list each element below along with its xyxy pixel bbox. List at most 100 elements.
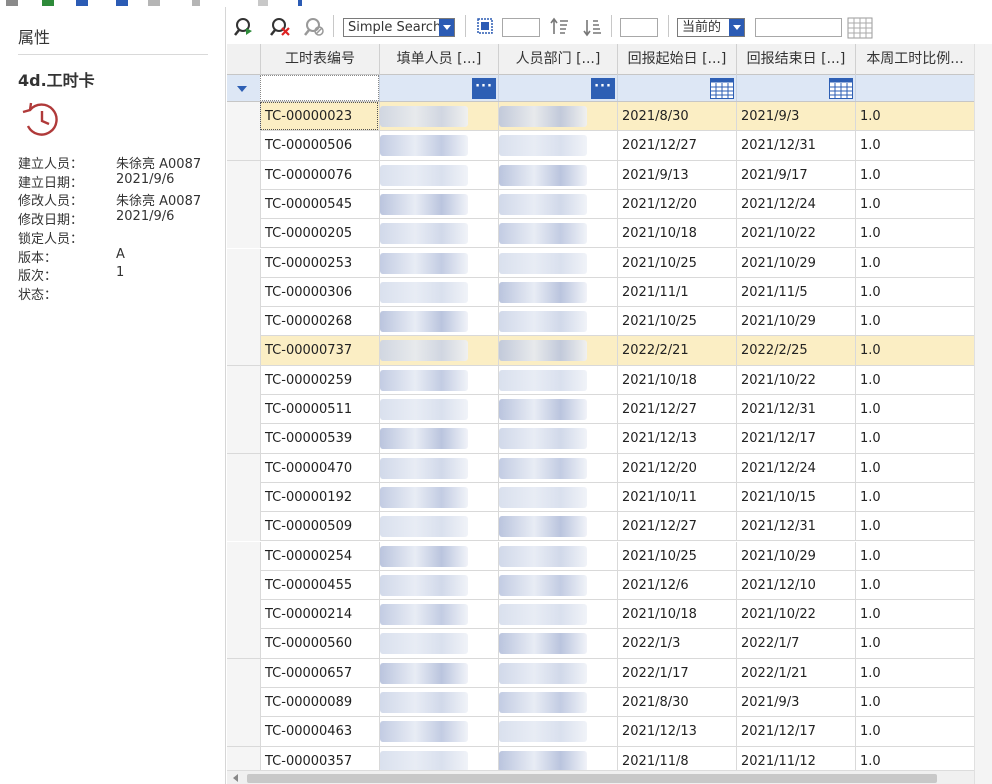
- row-header[interactable]: [227, 131, 260, 161]
- row-header[interactable]: [227, 453, 260, 483]
- cell-department-redacted[interactable]: [498, 512, 617, 542]
- browse-button[interactable]: ···: [472, 78, 496, 99]
- table-row[interactable]: TC-00000506 2021/12/27 2021/12/31 1.0: [227, 131, 992, 161]
- cell-department-redacted[interactable]: [498, 453, 617, 483]
- cell-start-date[interactable]: 2021/10/18: [617, 600, 736, 630]
- cell-filler-redacted[interactable]: [379, 424, 498, 454]
- cell-ratio[interactable]: 1.0: [855, 658, 974, 688]
- page-icon[interactable]: [258, 0, 268, 6]
- cell-id[interactable]: TC-00000259: [260, 365, 379, 395]
- cell-filler-redacted[interactable]: [379, 600, 498, 630]
- cell-filler-redacted[interactable]: [379, 570, 498, 600]
- cell-start-date[interactable]: 2021/12/20: [617, 453, 736, 483]
- search-mode-select[interactable]: Simple Search: [343, 18, 455, 37]
- table-row[interactable]: TC-00000455 2021/12/6 2021/12/10 1.0: [227, 570, 992, 601]
- cell-ratio[interactable]: 1.0: [855, 570, 974, 600]
- column-header-department[interactable]: 人员部门 [...]: [498, 44, 617, 75]
- scroll-left-icon[interactable]: [233, 774, 238, 782]
- cell-end-date[interactable]: 2021/10/22: [736, 600, 855, 630]
- cell-start-date[interactable]: 2021/10/11: [617, 482, 736, 512]
- cell-filler-redacted[interactable]: [379, 717, 498, 747]
- doc-icon[interactable]: [6, 0, 18, 6]
- cell-id[interactable]: TC-00000076: [260, 160, 379, 190]
- filter-filler-input[interactable]: ···: [379, 75, 498, 101]
- table-row[interactable]: TC-00000089 2021/8/30 2021/9/3 1.0: [227, 688, 992, 718]
- cell-id[interactable]: TC-00000545: [260, 189, 379, 219]
- sort-descending-icon[interactable]: [582, 16, 604, 38]
- cell-filler-redacted[interactable]: [379, 482, 498, 512]
- table-row[interactable]: TC-00000259 2021/10/18 2021/10/22 1.0: [227, 365, 992, 395]
- cell-department-redacted[interactable]: [498, 336, 617, 366]
- table-row[interactable]: TC-00000254 2021/10/25 2021/10/29 1.0: [227, 541, 992, 571]
- row-header[interactable]: [227, 219, 260, 249]
- cell-id[interactable]: TC-00000192: [260, 482, 379, 512]
- cell-end-date[interactable]: 2021/12/17: [736, 424, 855, 454]
- cell-id[interactable]: TC-00000657: [260, 658, 379, 688]
- revision-filter-select[interactable]: 当前的: [677, 18, 745, 37]
- search-cancel-icon[interactable]: [303, 16, 325, 38]
- cell-start-date[interactable]: 2021/8/30: [617, 688, 736, 717]
- row-header[interactable]: [227, 600, 260, 630]
- cell-end-date[interactable]: 2021/12/24: [736, 453, 855, 483]
- column-header-ratio[interactable]: 本周工时比例...: [855, 44, 974, 75]
- row-header[interactable]: [227, 395, 260, 424]
- cell-start-date[interactable]: 2021/12/13: [617, 424, 736, 454]
- row-header[interactable]: [227, 189, 260, 219]
- cell-end-date[interactable]: 2021/12/31: [736, 395, 855, 424]
- table-row[interactable]: TC-00000023 2021/8/30 2021/9/3 1.0: [227, 102, 992, 132]
- cell-filler-redacted[interactable]: [379, 658, 498, 688]
- cell-start-date[interactable]: 2022/2/21: [617, 336, 736, 366]
- row-header[interactable]: [227, 307, 260, 337]
- cell-department-redacted[interactable]: [498, 629, 617, 659]
- chevron-down-icon[interactable]: [729, 19, 744, 36]
- cell-department-redacted[interactable]: [498, 307, 617, 337]
- green-icon[interactable]: [42, 0, 54, 6]
- cell-department-redacted[interactable]: [498, 570, 617, 600]
- cell-end-date[interactable]: 2021/10/15: [736, 482, 855, 512]
- cell-ratio[interactable]: 1.0: [855, 453, 974, 483]
- cell-ratio[interactable]: 1.0: [855, 219, 974, 249]
- cell-filler-redacted[interactable]: [379, 453, 498, 483]
- cell-id[interactable]: TC-00000511: [260, 395, 379, 424]
- cell-department-redacted[interactable]: [498, 248, 617, 278]
- cell-end-date[interactable]: 2021/12/17: [736, 717, 855, 747]
- cell-start-date[interactable]: 2021/12/27: [617, 512, 736, 542]
- cell-department-redacted[interactable]: [498, 482, 617, 512]
- cell-filler-redacted[interactable]: [379, 395, 498, 424]
- cell-start-date[interactable]: 2021/10/18: [617, 219, 736, 249]
- cell-filler-redacted[interactable]: [379, 248, 498, 278]
- cell-end-date[interactable]: 2022/1/7: [736, 629, 855, 659]
- cell-filler-redacted[interactable]: [379, 629, 498, 659]
- calendar-icon[interactable]: [710, 78, 734, 99]
- cell-start-date[interactable]: 2021/8/30: [617, 102, 736, 131]
- table-row[interactable]: TC-00000560 2022/1/3 2022/1/7 1.0: [227, 629, 992, 659]
- cell-end-date[interactable]: 2021/12/24: [736, 189, 855, 219]
- cell-id[interactable]: TC-00000509: [260, 512, 379, 542]
- cell-id[interactable]: TC-00000560: [260, 629, 379, 659]
- cell-department-redacted[interactable]: [498, 131, 617, 161]
- filter-department-input[interactable]: ···: [498, 75, 617, 101]
- cell-end-date[interactable]: 2022/2/25: [736, 336, 855, 366]
- cell-id[interactable]: TC-00000470: [260, 453, 379, 483]
- table-row[interactable]: TC-00000306 2021/11/1 2021/11/5 1.0: [227, 277, 992, 308]
- row-header[interactable]: [227, 424, 260, 454]
- table-row[interactable]: TC-00000737 2022/2/21 2022/2/25 1.0: [227, 336, 992, 366]
- cell-ratio[interactable]: 1.0: [855, 629, 974, 659]
- table-icon[interactable]: [847, 16, 873, 39]
- row-header[interactable]: [227, 365, 260, 395]
- cell-department-redacted[interactable]: [498, 160, 617, 190]
- cell-ratio[interactable]: 1.0: [855, 307, 974, 337]
- cell-end-date[interactable]: 2021/10/29: [736, 248, 855, 278]
- cell-start-date[interactable]: 2021/11/1: [617, 277, 736, 307]
- table-row[interactable]: TC-00000511 2021/12/27 2021/12/31 1.0: [227, 395, 992, 425]
- cell-end-date[interactable]: 2021/10/29: [736, 541, 855, 571]
- cell-start-date[interactable]: 2022/1/17: [617, 658, 736, 688]
- column-header-id[interactable]: 工时表编号: [260, 44, 379, 75]
- cell-ratio[interactable]: 1.0: [855, 541, 974, 571]
- cell-filler-redacted[interactable]: [379, 277, 498, 307]
- cell-end-date[interactable]: 2021/12/10: [736, 570, 855, 600]
- cell-ratio[interactable]: 1.0: [855, 600, 974, 630]
- cell-start-date[interactable]: 2021/12/6: [617, 570, 736, 600]
- cell-department-redacted[interactable]: [498, 277, 617, 307]
- calendar-icon[interactable]: [829, 78, 853, 99]
